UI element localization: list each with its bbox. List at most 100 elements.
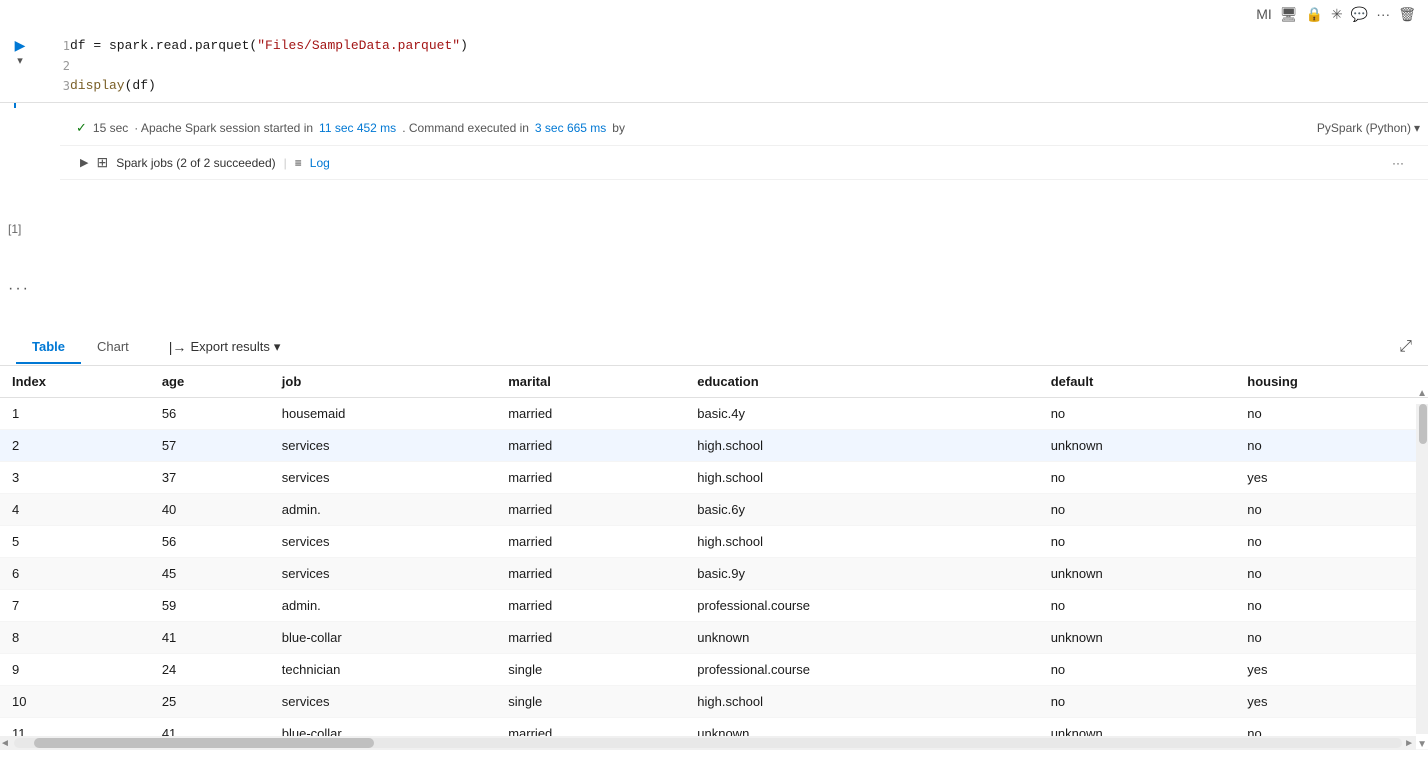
trash-icon[interactable]: 🗑 [1398,6,1416,23]
cell-age: 37 [150,462,270,494]
cell-age: 57 [150,430,270,462]
top-toolbar: MI 🖥 🔒 ✳ 💬 ··· 🗑 [1256,0,1428,28]
code-line-2 [70,56,1428,76]
code-editor[interactable]: df = spark.read.parquet("Files/SampleDat… [70,34,1428,98]
status-exec-time: 3 sec 665 ms [535,121,606,135]
cell-age: 45 [150,558,270,590]
tab-table[interactable]: Table [16,331,81,364]
cell-job: admin. [270,590,496,622]
cell-education: basic.6y [685,494,1038,526]
cell-job: services [270,558,496,590]
col-header-marital: marital [496,366,685,398]
more-toolbar-icon[interactable]: ··· [1376,6,1390,22]
table-row: 841blue-collarmarriedunknownunknownno [0,622,1428,654]
data-table-wrapper: Index age job marital education default … [0,366,1428,750]
pyspark-badge[interactable]: PySpark (Python) ▾ [1317,121,1420,135]
line-num-3: 3 [40,76,70,96]
scrollbar-track [14,738,1402,748]
cell-default: unknown [1039,558,1236,590]
cell-marital: married [496,526,685,558]
cell-education: unknown [685,622,1038,654]
cell-default: unknown [1039,622,1236,654]
cell-housing: yes [1235,654,1428,686]
cell-education: professional.course [685,590,1038,622]
pyspark-chevron[interactable]: ▾ [1414,121,1420,135]
code-line-3: display(df) [70,76,1428,96]
mi-icon[interactable]: MI [1256,6,1272,22]
cell-education: high.school [685,430,1038,462]
status-check-icon: ✓ [76,120,87,136]
table-row: 156housemaidmarriedbasic.4ynono [0,398,1428,430]
table-header: Index age job marital education default … [0,366,1428,398]
scroll-left-arrow[interactable]: ◄ [0,738,10,749]
header-row: Index age job marital education default … [0,366,1428,398]
table-body: 156housemaidmarriedbasic.4ynono257servic… [0,398,1428,751]
cell-index: 4 [0,494,150,526]
table-row: 257servicesmarriedhigh.schoolunknownno [0,430,1428,462]
cell-index: 9 [0,654,150,686]
cell-marital: married [496,462,685,494]
export-icon: |→ [169,339,187,355]
scroll-up-arrow[interactable]: ▲ [1417,388,1427,399]
table-row: 556servicesmarriedhigh.schoolnono [0,526,1428,558]
run-button[interactable]: ▶ [15,38,26,52]
cell-index: [1] [8,222,21,236]
vertical-scrollbar[interactable]: ▲ ▼ [1416,404,1428,734]
cell-education: basic.4y [685,398,1038,430]
spark-jobs-expand-icon[interactable]: ▶ [80,156,88,169]
expand-table-icon[interactable]: ⤢ [1399,338,1412,356]
col-header-education: education [685,366,1038,398]
col-header-housing: housing [1235,366,1428,398]
table-container: Table Chart |→ Export results ▾ ⤢ Index … [0,328,1428,750]
scroll-down-arrow[interactable]: ▼ [1417,739,1427,750]
cell-housing: no [1235,558,1428,590]
cell-marital: married [496,590,685,622]
cell-job: services [270,526,496,558]
cell-default: no [1039,494,1236,526]
spark-jobs-table-icon: ⊞ [96,154,108,171]
scroll-right-arrow[interactable]: ► [1404,738,1414,749]
horizontal-scrollbar-thumb[interactable] [34,738,374,748]
cell-index: 7 [0,590,150,622]
cell-job: services [270,686,496,718]
output-area: [1] ✓ 15 sec · Apache Spark session star… [0,110,1428,770]
cell-default: unknown [1039,430,1236,462]
cell-age: 40 [150,494,270,526]
cell-header: ▶ ▾ 1 2 3 df = spark.read.parquet("Files… [0,28,1428,102]
cell-marital: single [496,686,685,718]
col-header-default: default [1039,366,1236,398]
cell-index: 2 [0,430,150,462]
cell-age: 25 [150,686,270,718]
output-three-dots[interactable]: ··· [8,280,30,298]
spark-jobs-separator: | [284,156,287,170]
cell-age: 59 [150,590,270,622]
cell-marital: single [496,654,685,686]
cell-default: no [1039,398,1236,430]
table-tabs: Table Chart |→ Export results ▾ ⤢ [0,328,1428,366]
collapse-button[interactable]: ▾ [17,54,23,67]
tab-chart[interactable]: Chart [81,331,145,364]
export-results-button[interactable]: |→ Export results ▾ [161,335,289,359]
cell-marital: married [496,622,685,654]
monitor-icon[interactable]: 🖥 [1280,6,1298,23]
table-row: 759admin.marriedprofessional.coursenono [0,590,1428,622]
export-label: Export results [190,339,269,354]
spark-jobs-label: Spark jobs (2 of 2 succeeded) [116,156,275,170]
lock-icon[interactable]: 🔒 [1306,6,1323,23]
cell-index: 8 [0,622,150,654]
export-chevron: ▾ [274,339,281,355]
cell-marital: married [496,430,685,462]
cell-housing: no [1235,526,1428,558]
spark-more-icon[interactable]: ··· [1392,156,1420,170]
cell-education: high.school [685,526,1038,558]
vertical-scrollbar-thumb[interactable] [1419,404,1427,444]
log-icon: ≡ [295,156,302,170]
cell-age: 56 [150,398,270,430]
asterisk-icon[interactable]: ✳ [1331,6,1343,23]
chat-icon[interactable]: 💬 [1351,6,1368,23]
log-link[interactable]: Log [310,156,330,170]
col-header-index: Index [0,366,150,398]
cell-education: high.school [685,462,1038,494]
output-status-bar: ✓ 15 sec · Apache Spark session started … [60,110,1428,146]
horizontal-scrollbar[interactable]: ◄ ► [0,736,1416,750]
